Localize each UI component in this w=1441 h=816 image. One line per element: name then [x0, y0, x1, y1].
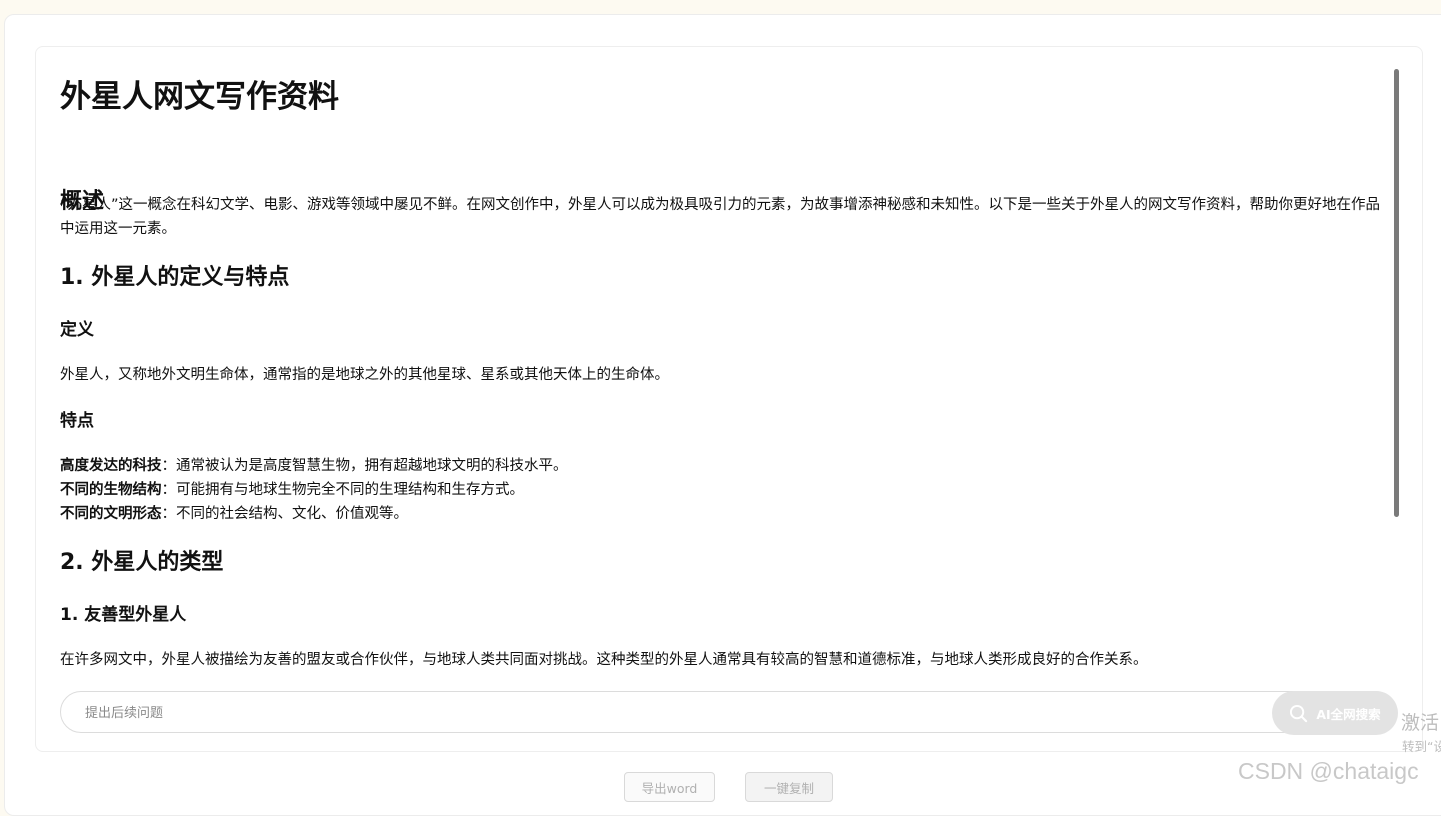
trait-label: 不同的生物结构 — [60, 482, 162, 498]
trait-text: ：通常被认为是高度智慧生物，拥有超越地球文明的科技水平。 — [161, 458, 568, 474]
document-content[interactable]: 外星人网文写作资料 概述 “外星人”这一概念在科幻文学、电影、游戏等领域中屡见不… — [60, 47, 1390, 687]
type1-heading: 1. 友善型外星人 — [60, 605, 187, 625]
section1-heading: 1. 外星人的定义与特点 — [60, 265, 290, 290]
definition-paragraph: 外星人，又称地外文明生命体，通常指的是地球之外的其他星球、星系或其他天体上的生命… — [60, 367, 669, 383]
activation-overlay-subtext: 转到“设 — [1402, 739, 1441, 754]
activation-overlay-text: 激活 — [1401, 712, 1440, 734]
document-title: 外星人网文写作资料 — [60, 79, 339, 115]
search-icon — [1290, 704, 1308, 722]
trait-label: 高度发达的科技 — [60, 458, 162, 474]
follow-up-bar — [60, 691, 1396, 734]
follow-up-input[interactable] — [83, 692, 1267, 734]
traits-heading: 特点 — [60, 411, 94, 431]
document-scrollbar[interactable] — [1394, 69, 1400, 521]
ai-search-button[interactable]: AI全网搜索 — [1272, 691, 1398, 735]
trait-item: 高度发达的科技：通常被认为是高度智慧生物，拥有超越地球文明的科技水平。 — [60, 454, 568, 478]
type1-paragraph: 在许多网文中，外星人被描绘为友善的盟友或合作伙伴，与地球人类共同面对挑战。这种类… — [60, 652, 1148, 668]
section2-heading: 2. 外星人的类型 — [60, 550, 224, 575]
definition-heading: 定义 — [60, 320, 94, 340]
overview-paragraph: “外星人”这一概念在科幻文学、电影、游戏等领域中屡见不鲜。在网文创作中，外星人可… — [60, 197, 1381, 237]
trait-text: ：不同的社会结构、文化、价值观等。 — [161, 506, 409, 522]
trait-item: 不同的文明形态：不同的社会结构、文化、价值观等。 — [60, 502, 408, 526]
watermark: CSDN @chataigc — [1238, 758, 1419, 784]
ai-search-label: AI全网搜索 — [1316, 706, 1381, 722]
trait-text: ：可能拥有与地球生物完全不同的生理结构和生存方式。 — [161, 482, 525, 498]
trait-item: 不同的生物结构：可能拥有与地球生物完全不同的生理结构和生存方式。 — [60, 478, 524, 502]
trait-label: 不同的文明形态 — [60, 506, 162, 522]
scrollbar-thumb[interactable] — [1394, 69, 1399, 517]
document-card: 外星人网文写作资料 概述 “外星人”这一概念在科幻文学、电影、游戏等领域中屡见不… — [35, 46, 1423, 752]
